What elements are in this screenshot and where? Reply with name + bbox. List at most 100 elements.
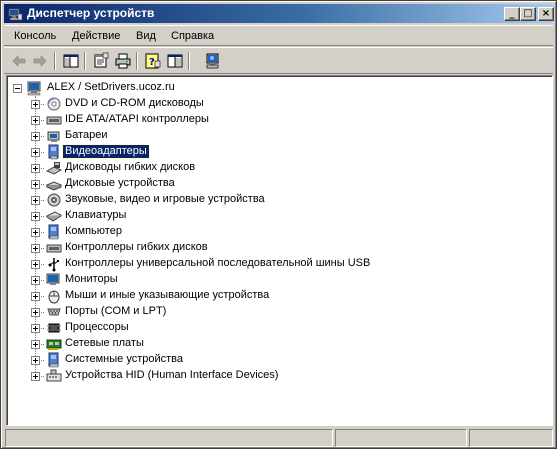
tree-node[interactable]: Устройства HID (Human Interface Devices) [7,368,547,384]
tree-node-label[interactable]: Процессоры [63,321,131,334]
device-tree[interactable]: ALEX / SetDrivers.ucoz.ru DVD и CD-ROM д… [6,75,553,426]
minimize-button[interactable]: _ [504,7,520,21]
tree-node-label[interactable]: Контроллеры универсальной последовательн… [63,257,372,270]
expand-toggle[interactable] [31,132,40,141]
expand-toggle[interactable] [31,228,40,237]
scan-hardware-icon[interactable] [204,52,222,70]
menu-view[interactable]: Вид [136,30,156,42]
tree-node-label[interactable]: Дисковые устройства [63,177,177,190]
toolbar-separator [84,52,86,70]
print-icon[interactable] [114,52,132,70]
expand-toggle[interactable] [31,292,40,301]
tree-node[interactable]: Дисководы гибких дисков [7,160,547,176]
disk-drive-icon [45,176,63,192]
tree-node[interactable]: Сетевые платы [7,336,547,352]
tree-node[interactable]: Звуковые, видео и игровые устройства [7,192,547,208]
tree-node-label[interactable]: Видеоадаптеры [62,144,150,159]
computer-root-icon [27,80,43,96]
maximize-button[interactable]: □ [520,7,536,21]
hid-device-icon [46,368,62,384]
tree-node[interactable]: Мониторы [7,272,547,288]
tree-node-label[interactable]: Порты (COM и LPT) [63,305,168,318]
system-device-icon [46,352,62,368]
expand-toggle[interactable] [31,308,40,317]
keyboard-icon [46,208,63,224]
expand-toggle[interactable] [31,356,40,365]
back-icon[interactable] [10,52,28,70]
help-icon[interactable]: ? [144,52,162,70]
usb-controller-icon [46,256,62,272]
tree-node[interactable]: Системные устройства [7,352,547,368]
expand-toggle[interactable] [31,116,40,125]
menu-console[interactable]: Консоль [14,30,56,42]
expand-toggle[interactable] [31,148,40,157]
tree-node-label[interactable]: Сетевые платы [63,337,146,350]
port-icon [46,304,62,320]
device-manager-app-icon [7,6,23,22]
menu-action[interactable]: Действие [72,30,120,42]
display-adapter-icon [46,144,62,160]
tree-node[interactable]: Контроллеры универсальной последовательн… [7,256,547,272]
tree-node[interactable]: DVD и CD-ROM дисководы [7,96,547,112]
status-panel-3 [469,429,553,447]
tree-node-label[interactable]: Системные устройства [63,353,185,366]
tree-root-label[interactable]: ALEX / SetDrivers.ucoz.ru [45,81,177,94]
tree-node-label[interactable]: Клавиатуры [63,209,128,222]
tree-node-label[interactable]: Мониторы [63,273,120,286]
expand-toggle[interactable] [31,164,40,173]
toolbar: ? [4,47,553,74]
expand-toggle[interactable] [31,180,40,189]
menu-help[interactable]: Справка [171,30,214,42]
tree-node-label[interactable]: Дисководы гибких дисков [63,161,197,174]
network-card-icon [46,336,62,352]
tree-node-label[interactable]: Компьютер [63,225,124,238]
processor-icon [46,320,62,336]
tree-node-label[interactable]: Батареи [63,129,110,142]
expand-toggle[interactable] [31,260,40,269]
status-panel-main [5,429,333,447]
tree-node[interactable]: IDE ATA/ATAPI контроллеры [7,112,547,128]
menu-bar: Консоль Действие Вид Справка [4,25,553,46]
tree-node[interactable]: Порты (COM и LPT) [7,304,547,320]
tree-node-label[interactable]: Устройства HID (Human Interface Devices) [63,369,280,382]
device-manager-window: Диспетчер устройств _ □ × Консоль Действ… [0,0,557,449]
tree-node[interactable]: Процессоры [7,320,547,336]
expand-toggle[interactable] [31,196,40,205]
tree-node-label[interactable]: Звуковые, видео и игровые устройства [63,193,267,206]
tree-node[interactable]: Видеоадаптеры [7,144,547,160]
tree-node[interactable]: Мыши и иные указывающие устройства [7,288,547,304]
tree-node[interactable]: Контроллеры гибких дисков [7,240,547,256]
expand-toggle[interactable] [31,372,40,381]
expand-toggle[interactable] [31,340,40,349]
mouse-icon [46,288,62,304]
toolbar-separator [136,52,138,70]
expand-toggle[interactable] [31,100,40,109]
console-view-icon[interactable] [166,52,184,70]
properties-icon[interactable] [92,52,110,70]
collapse-toggle[interactable] [13,84,22,93]
expand-toggle[interactable] [31,324,40,333]
tree-node[interactable]: Батареи [7,128,547,144]
status-panel-2 [335,429,467,447]
tree-node-label[interactable]: IDE ATA/ATAPI контроллеры [63,113,211,126]
window-title: Диспетчер устройств [27,6,155,20]
floppy-controller-icon [46,240,62,256]
tree-node[interactable]: Компьютер [7,224,547,240]
tree-node[interactable]: Клавиатуры [7,208,547,224]
floppy-drive-icon [45,160,63,176]
forward-icon[interactable] [31,52,49,70]
expand-toggle[interactable] [31,244,40,253]
toolbar-separator [188,52,190,70]
tree-node-label[interactable]: Контроллеры гибких дисков [63,241,210,254]
expand-toggle[interactable] [31,276,40,285]
sound-device-icon [46,192,62,208]
show-hide-tree-icon[interactable] [62,52,80,70]
expand-toggle[interactable] [31,212,40,221]
title-bar[interactable]: Диспетчер устройств _ □ × [4,4,554,23]
close-button[interactable]: × [538,7,554,21]
tree-node-label[interactable]: Мыши и иные указывающие устройства [63,289,271,302]
tree-node[interactable]: Дисковые устройства [7,176,547,192]
tree-node-label[interactable]: DVD и CD-ROM дисководы [63,97,206,110]
toolbar-separator [54,52,56,70]
ide-controller-icon [46,112,62,128]
